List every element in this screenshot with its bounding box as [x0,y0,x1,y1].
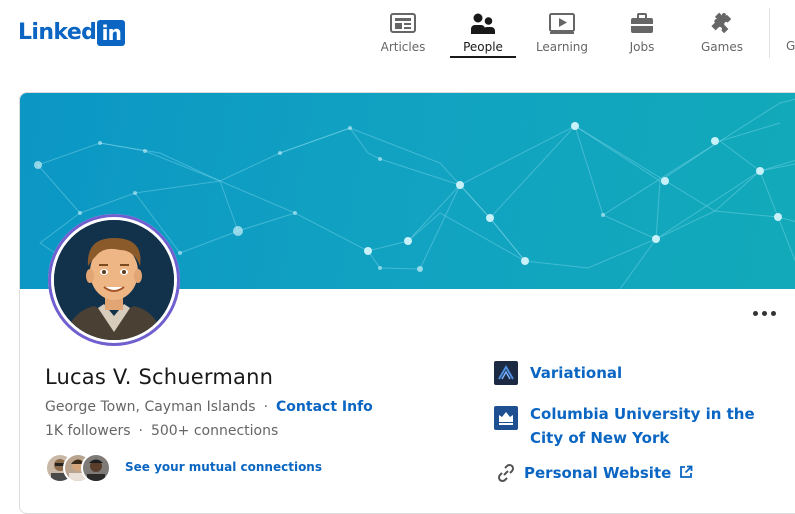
profile-location: George Town, Cayman Islands [45,399,256,415]
people-icon [471,13,495,34]
profile-name: Lucas V. Schuermann [45,365,274,389]
connections-count[interactable]: 500+ connections [151,423,278,439]
top-navigation-bar: Linked in Articles People Learning Jobs … [0,0,795,62]
nav-label: Learning [535,40,589,54]
avatar-illustration [54,220,174,340]
mutual-connections: See your mutual connections [45,451,322,483]
mutual-connections-link[interactable]: See your mutual connections [125,460,322,474]
mutual-avatars [45,452,119,483]
website-label: Personal Website [524,464,672,482]
learning-icon [549,13,575,34]
company-logo-icon [494,361,518,385]
nav-overflow-label[interactable]: G [786,39,795,53]
contact-info-link[interactable]: Contact Info [276,399,373,415]
education-school[interactable]: Columbia University in the City of New Y… [494,402,790,450]
logo-word: Linked [18,20,97,45]
link-icon [497,463,515,483]
logo-box: in [97,20,126,46]
personal-website-link[interactable]: Personal Website [494,461,693,485]
linkedin-logo[interactable]: Linked in [18,19,126,47]
more-actions-button[interactable] [750,303,780,323]
ellipsis-icon [753,311,758,316]
profile-card: Lucas V. Schuermann George Town, Cayman … [19,92,795,514]
mutual-avatar [81,453,111,483]
school-name: Columbia University in the City of New Y… [530,405,755,447]
nav-item-people[interactable]: People [450,0,516,58]
avatar-image [54,220,174,340]
followers-count: 1K followers [45,423,131,439]
company-name: Variational [530,364,623,382]
separator-dot: · [138,423,143,439]
nav-item-learning[interactable]: Learning [529,0,595,58]
external-link-icon [680,465,693,478]
separator-dot: · [263,399,269,415]
games-icon [711,12,732,34]
ellipsis-icon [762,311,767,316]
nav-item-jobs[interactable]: Jobs [609,0,675,58]
nav-item-articles[interactable]: Articles [370,0,436,58]
avatar[interactable] [48,214,180,346]
profile-stats-row: 1K followers · 500+ connections [45,423,278,439]
nav-divider [769,8,770,58]
school-logo-icon [494,406,518,430]
nav-label: People [463,40,503,54]
nav-label: Articles [380,40,426,54]
nav-label: Jobs [629,40,655,54]
nav-item-games[interactable]: Games [689,0,755,58]
profile-location-row: George Town, Cayman Islands · Contact Info [45,399,373,415]
ellipsis-icon [771,311,776,316]
nav-label: Games [701,40,743,54]
jobs-icon [631,13,653,33]
articles-icon [390,13,416,33]
current-company[interactable]: Variational [494,361,622,385]
